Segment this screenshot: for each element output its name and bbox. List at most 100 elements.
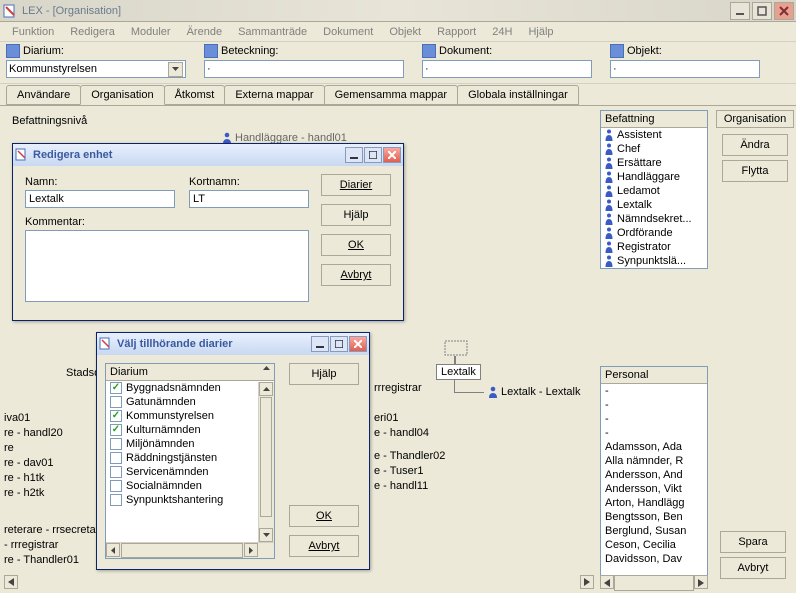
menu-rapport[interactable]: Rapport <box>429 24 484 40</box>
diarier-button[interactable]: Diarier <box>321 174 391 196</box>
tab-gemensamma[interactable]: Gemensamma mappar <box>324 85 459 105</box>
flytta-button[interactable]: Flytta <box>722 160 788 182</box>
menu-arende[interactable]: Ärende <box>179 24 230 40</box>
dialog-close-button[interactable] <box>349 336 367 352</box>
menu-redigera[interactable]: Redigera <box>62 24 123 40</box>
close-button[interactable] <box>774 2 794 20</box>
diarier-item[interactable]: Servicenämnden <box>106 465 274 479</box>
diarier-item[interactable]: Miljönämnden <box>106 437 274 451</box>
tab-globala[interactable]: Globala inställningar <box>457 85 579 105</box>
chevron-down-icon[interactable] <box>168 62 183 77</box>
checkbox[interactable] <box>110 466 122 478</box>
diarier-item[interactable]: Kommunstyrelsen <box>106 409 274 423</box>
checkbox[interactable] <box>110 396 122 408</box>
avbryt-button-main[interactable]: Avbryt <box>720 557 786 579</box>
menu-funktion[interactable]: Funktion <box>4 24 62 40</box>
diarier-item[interactable]: Gatunämnden <box>106 395 274 409</box>
scroll-right-icon[interactable] <box>244 543 258 557</box>
checkbox[interactable] <box>110 438 122 450</box>
diarium-select[interactable]: Kommunstyrelsen <box>6 60 186 78</box>
scroll-right-icon[interactable] <box>580 575 594 589</box>
objekt-input[interactable] <box>610 60 760 78</box>
scroll-left-icon[interactable] <box>106 543 120 557</box>
checkbox[interactable] <box>110 410 122 422</box>
hjalp-button[interactable]: Hjälp <box>321 204 391 226</box>
dokument-input[interactable] <box>422 60 592 78</box>
personal-item[interactable]: - <box>601 426 707 440</box>
menu-dokument[interactable]: Dokument <box>315 24 381 40</box>
beteckning-input[interactable] <box>204 60 404 78</box>
dialog-minimize-button[interactable] <box>345 147 363 163</box>
menu-24h[interactable]: 24H <box>484 24 520 40</box>
befattning-header[interactable]: Befattning <box>601 111 707 128</box>
listbox-header[interactable]: Diarium <box>106 364 274 381</box>
menu-hjalp[interactable]: Hjälp <box>520 24 561 40</box>
personal-item[interactable]: Andersson, Vikt <box>601 482 707 496</box>
befattning-item[interactable]: Ersättare <box>601 156 707 170</box>
diarier-item[interactable]: Kulturnämnden <box>106 423 274 437</box>
personal-item[interactable]: Bengtsson, Ben <box>601 510 707 524</box>
scroll-down-icon[interactable] <box>259 528 273 542</box>
kortnamn-input[interactable] <box>189 190 309 208</box>
personal-item[interactable]: - <box>601 412 707 426</box>
hjalp-button[interactable]: Hjälp <box>289 363 359 385</box>
befattning-item[interactable]: Lextalk <box>601 198 707 212</box>
personal-item[interactable]: - <box>601 384 707 398</box>
tab-organisation[interactable]: Organisation <box>80 85 164 105</box>
namn-input[interactable] <box>25 190 175 208</box>
personal-item[interactable]: Ceson, Cecilia <box>601 538 707 552</box>
scroll-left-icon[interactable] <box>600 575 614 589</box>
tab-externa[interactable]: Externa mappar <box>224 85 324 105</box>
ok-button[interactable]: OK <box>289 505 359 527</box>
main-hscroll[interactable] <box>4 575 594 591</box>
listbox-hscroll[interactable] <box>106 542 274 558</box>
befattning-item[interactable]: Assistent <box>601 128 707 142</box>
dialog-minimize-button[interactable] <box>311 336 329 352</box>
personal-item[interactable]: - <box>601 398 707 412</box>
menu-moduler[interactable]: Moduler <box>123 24 179 40</box>
scroll-right-icon[interactable] <box>694 575 708 589</box>
menu-objekt[interactable]: Objekt <box>381 24 429 40</box>
chevron-up-icon[interactable] <box>263 366 270 370</box>
andra-button[interactable]: Ändra <box>722 134 788 156</box>
ok-button[interactable]: OK <box>321 234 391 256</box>
diarier-listbox[interactable]: Diarium ByggnadsnämndenGatunämndenKommun… <box>105 363 275 559</box>
dialog-titlebar[interactable]: Välj tillhörande diarier <box>97 333 369 355</box>
checkbox[interactable] <box>110 382 122 394</box>
personal-item[interactable]: Arton, Handlägg <box>601 496 707 510</box>
befattning-item[interactable]: Ordförande <box>601 226 707 240</box>
befattning-item[interactable]: Handläggare <box>601 170 707 184</box>
personal-item[interactable]: Alla nämnder, R <box>601 454 707 468</box>
scroll-thumb[interactable] <box>260 397 272 517</box>
diarier-item[interactable]: Socialnämnden <box>106 479 274 493</box>
diarier-item[interactable]: Byggnadsnämnden <box>106 381 274 395</box>
personal-item[interactable]: Davidsson, Dav <box>601 552 707 566</box>
dialog-maximize-button[interactable] <box>330 336 348 352</box>
personal-hscroll[interactable] <box>600 575 708 591</box>
personal-item[interactable]: Andersson, And <box>601 468 707 482</box>
befattning-item[interactable]: Registrator <box>601 240 707 254</box>
maximize-button[interactable] <box>752 2 772 20</box>
dialog-maximize-button[interactable] <box>364 147 382 163</box>
personal-item[interactable]: Berglund, Susan <box>601 524 707 538</box>
checkbox[interactable] <box>110 424 122 436</box>
spara-button[interactable]: Spara <box>720 531 786 553</box>
scroll-left-icon[interactable] <box>4 575 18 589</box>
personal-header[interactable]: Personal <box>601 367 707 384</box>
scroll-thumb[interactable] <box>121 543 243 558</box>
lextalk-node[interactable]: Lextalk <box>436 364 481 380</box>
minimize-button[interactable] <box>730 2 750 20</box>
dialog-titlebar[interactable]: Redigera enhet <box>13 144 403 166</box>
avbryt-button[interactable]: Avbryt <box>321 264 391 286</box>
listbox-vscroll[interactable] <box>258 382 274 542</box>
befattning-item[interactable]: Ledamot <box>601 184 707 198</box>
dialog-close-button[interactable] <box>383 147 401 163</box>
personal-item[interactable]: Adamsson, Ada <box>601 440 707 454</box>
checkbox[interactable] <box>110 452 122 464</box>
befattning-item[interactable]: Chef <box>601 142 707 156</box>
checkbox[interactable] <box>110 480 122 492</box>
diarier-item[interactable]: Synpunktshantering <box>106 493 274 507</box>
kommentar-textarea[interactable] <box>25 230 309 302</box>
befattning-item[interactable]: Nämndsekret... <box>601 212 707 226</box>
menu-sammantrade[interactable]: Sammanträde <box>230 24 315 40</box>
